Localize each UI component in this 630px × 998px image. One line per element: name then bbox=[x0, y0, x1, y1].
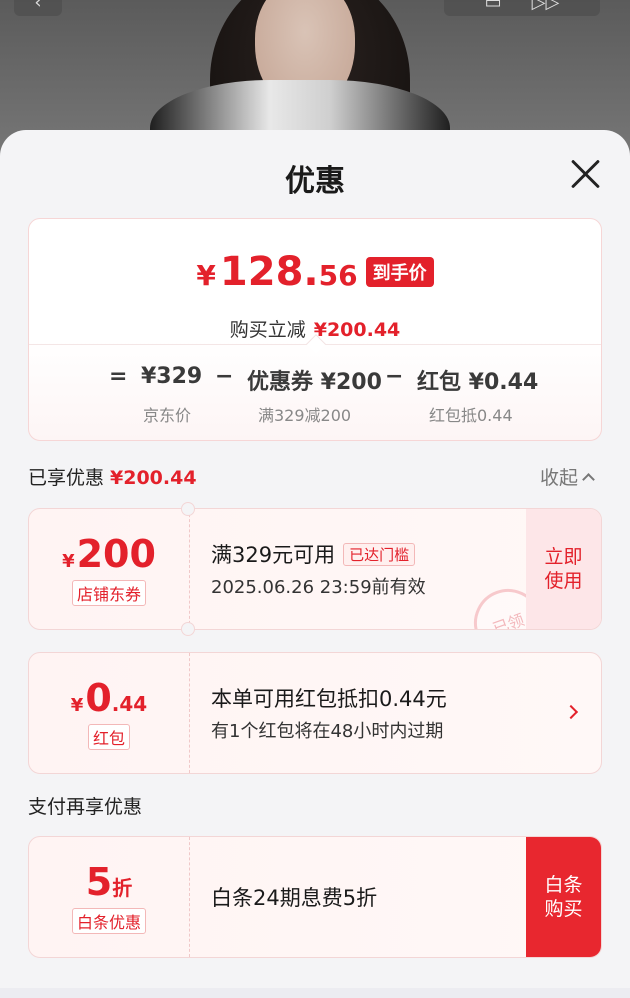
discount-label: 购买立减 bbox=[229, 319, 306, 341]
baitiao-tag: 白条优惠 bbox=[71, 908, 146, 934]
coupon-expiry: 2025.06.26 23:59前有效 bbox=[211, 577, 426, 598]
pay-section-title: 支付再享优惠 bbox=[28, 796, 143, 818]
currency-symbol: ¥ bbox=[196, 259, 216, 292]
final-price-dec: 56 bbox=[318, 259, 358, 292]
baitiao-card[interactable]: 5 折 白条优惠 白条24期息费5折 白条 购买 bbox=[28, 836, 602, 958]
use-now-button[interactable]: 立即 使用 bbox=[526, 509, 601, 629]
coupon-type-tag: 店铺东券 bbox=[71, 580, 146, 606]
breakdown-price-label: 京东价 bbox=[143, 406, 192, 425]
breakdown-coupon-label: 满329减200 bbox=[258, 406, 352, 425]
coupon-amount: ¥ 200 bbox=[62, 532, 156, 576]
redpacket-value-dec: .44 bbox=[111, 692, 148, 716]
bottom-bar bbox=[0, 988, 630, 998]
redpacket-deduction: 本单可用红包抵扣0.44元 bbox=[211, 687, 447, 711]
enjoyed-label: 已享优惠 bbox=[28, 467, 105, 489]
redpacket-currency: ¥ bbox=[70, 695, 84, 716]
collapse-button[interactable]: 收起 bbox=[540, 463, 595, 490]
collapse-label: 收起 bbox=[540, 467, 579, 489]
close-icon[interactable] bbox=[570, 158, 602, 190]
redpacket-amount-block: ¥ 0 .44 红包 bbox=[29, 653, 189, 773]
top-actions: ▭ ▷▷ bbox=[444, 0, 600, 16]
bookmark-icon[interactable]: ▭ bbox=[485, 0, 502, 13]
redpacket-details: 本单可用红包抵扣0.44元 有1个红包将在48小时内过期 bbox=[211, 653, 447, 773]
discount-sheet: 优惠 ¥ 128. 56 到手价 购买立减 ¥200.44 = ¥329 京东价 … bbox=[0, 130, 630, 998]
enjoyed-header: 已享优惠 ¥200.44 bbox=[28, 463, 197, 490]
baitiao-details: 白条24期息费5折 bbox=[211, 837, 377, 957]
coupon-notch bbox=[181, 502, 195, 516]
baitiao-buy-button[interactable]: 白条 购买 bbox=[526, 837, 601, 957]
store-coupon-card[interactable]: ¥ 200 店铺东券 满329元可用 已达门槛 2025.06.26 23:59… bbox=[28, 508, 602, 630]
chevron-up-icon bbox=[582, 473, 595, 486]
baitiao-offer: 白条24期息费5折 bbox=[211, 886, 378, 910]
coupon-details: 满329元可用 已达门槛 2025.06.26 23:59前有效 bbox=[211, 509, 426, 629]
sheet-title: 优惠 bbox=[285, 164, 345, 199]
minus-sign: − bbox=[385, 364, 404, 389]
breakdown-redpacket-label: 红包抵0.44 bbox=[429, 406, 513, 425]
baitiao-unit: 折 bbox=[112, 876, 133, 900]
coupon-separator bbox=[189, 509, 190, 629]
coupon-condition: 满329元可用 bbox=[211, 543, 336, 567]
enjoyed-value: ¥200.44 bbox=[110, 467, 197, 489]
coupon-notch bbox=[181, 622, 195, 636]
redpacket-value-int: 0 bbox=[85, 676, 112, 720]
breakdown-redpacket: 红包 ¥0.44 bbox=[417, 370, 539, 395]
redpacket-expiry-note: 有1个红包将在48小时内过期 bbox=[211, 721, 444, 742]
baitiao-amount: 5 折 bbox=[86, 860, 132, 904]
coupon-value: 200 bbox=[76, 532, 156, 576]
breakdown-price: ¥329 bbox=[141, 364, 203, 389]
threshold-badge: 已达门槛 bbox=[343, 542, 416, 566]
minus-sign: − bbox=[215, 364, 234, 389]
chevron-right-icon bbox=[563, 704, 579, 720]
baitiao-amount-block: 5 折 白条优惠 bbox=[29, 837, 189, 957]
coupon-currency: ¥ bbox=[62, 551, 75, 572]
back-arrow-icon: ‹ bbox=[34, 0, 42, 13]
back-button[interactable]: ‹ bbox=[14, 0, 62, 16]
equals-sign: = bbox=[109, 364, 128, 389]
redpacket-separator bbox=[189, 653, 190, 773]
discount-value: ¥200.44 bbox=[313, 319, 401, 341]
share-icon[interactable]: ▷▷ bbox=[532, 0, 560, 13]
final-price: ¥ 128. 56 到手价 bbox=[29, 249, 601, 295]
redpacket-amount: ¥ 0 .44 bbox=[71, 676, 147, 720]
redpacket-tag: 红包 bbox=[87, 724, 130, 750]
final-price-int: 128. bbox=[219, 249, 319, 295]
redpacket-card[interactable]: ¥ 0 .44 红包 本单可用红包抵扣0.44元 有1个红包将在48小时内过期 bbox=[28, 652, 602, 774]
coupon-amount-block: ¥ 200 店铺东券 bbox=[29, 509, 189, 629]
baitiao-separator bbox=[189, 837, 190, 957]
price-summary-card: ¥ 128. 56 到手价 购买立减 ¥200.44 = ¥329 京东价 − 优… bbox=[28, 218, 602, 441]
baitiao-value: 5 bbox=[85, 860, 113, 904]
final-price-badge: 到手价 bbox=[365, 257, 434, 287]
breakdown-coupon: 优惠券 ¥200 bbox=[247, 370, 382, 395]
